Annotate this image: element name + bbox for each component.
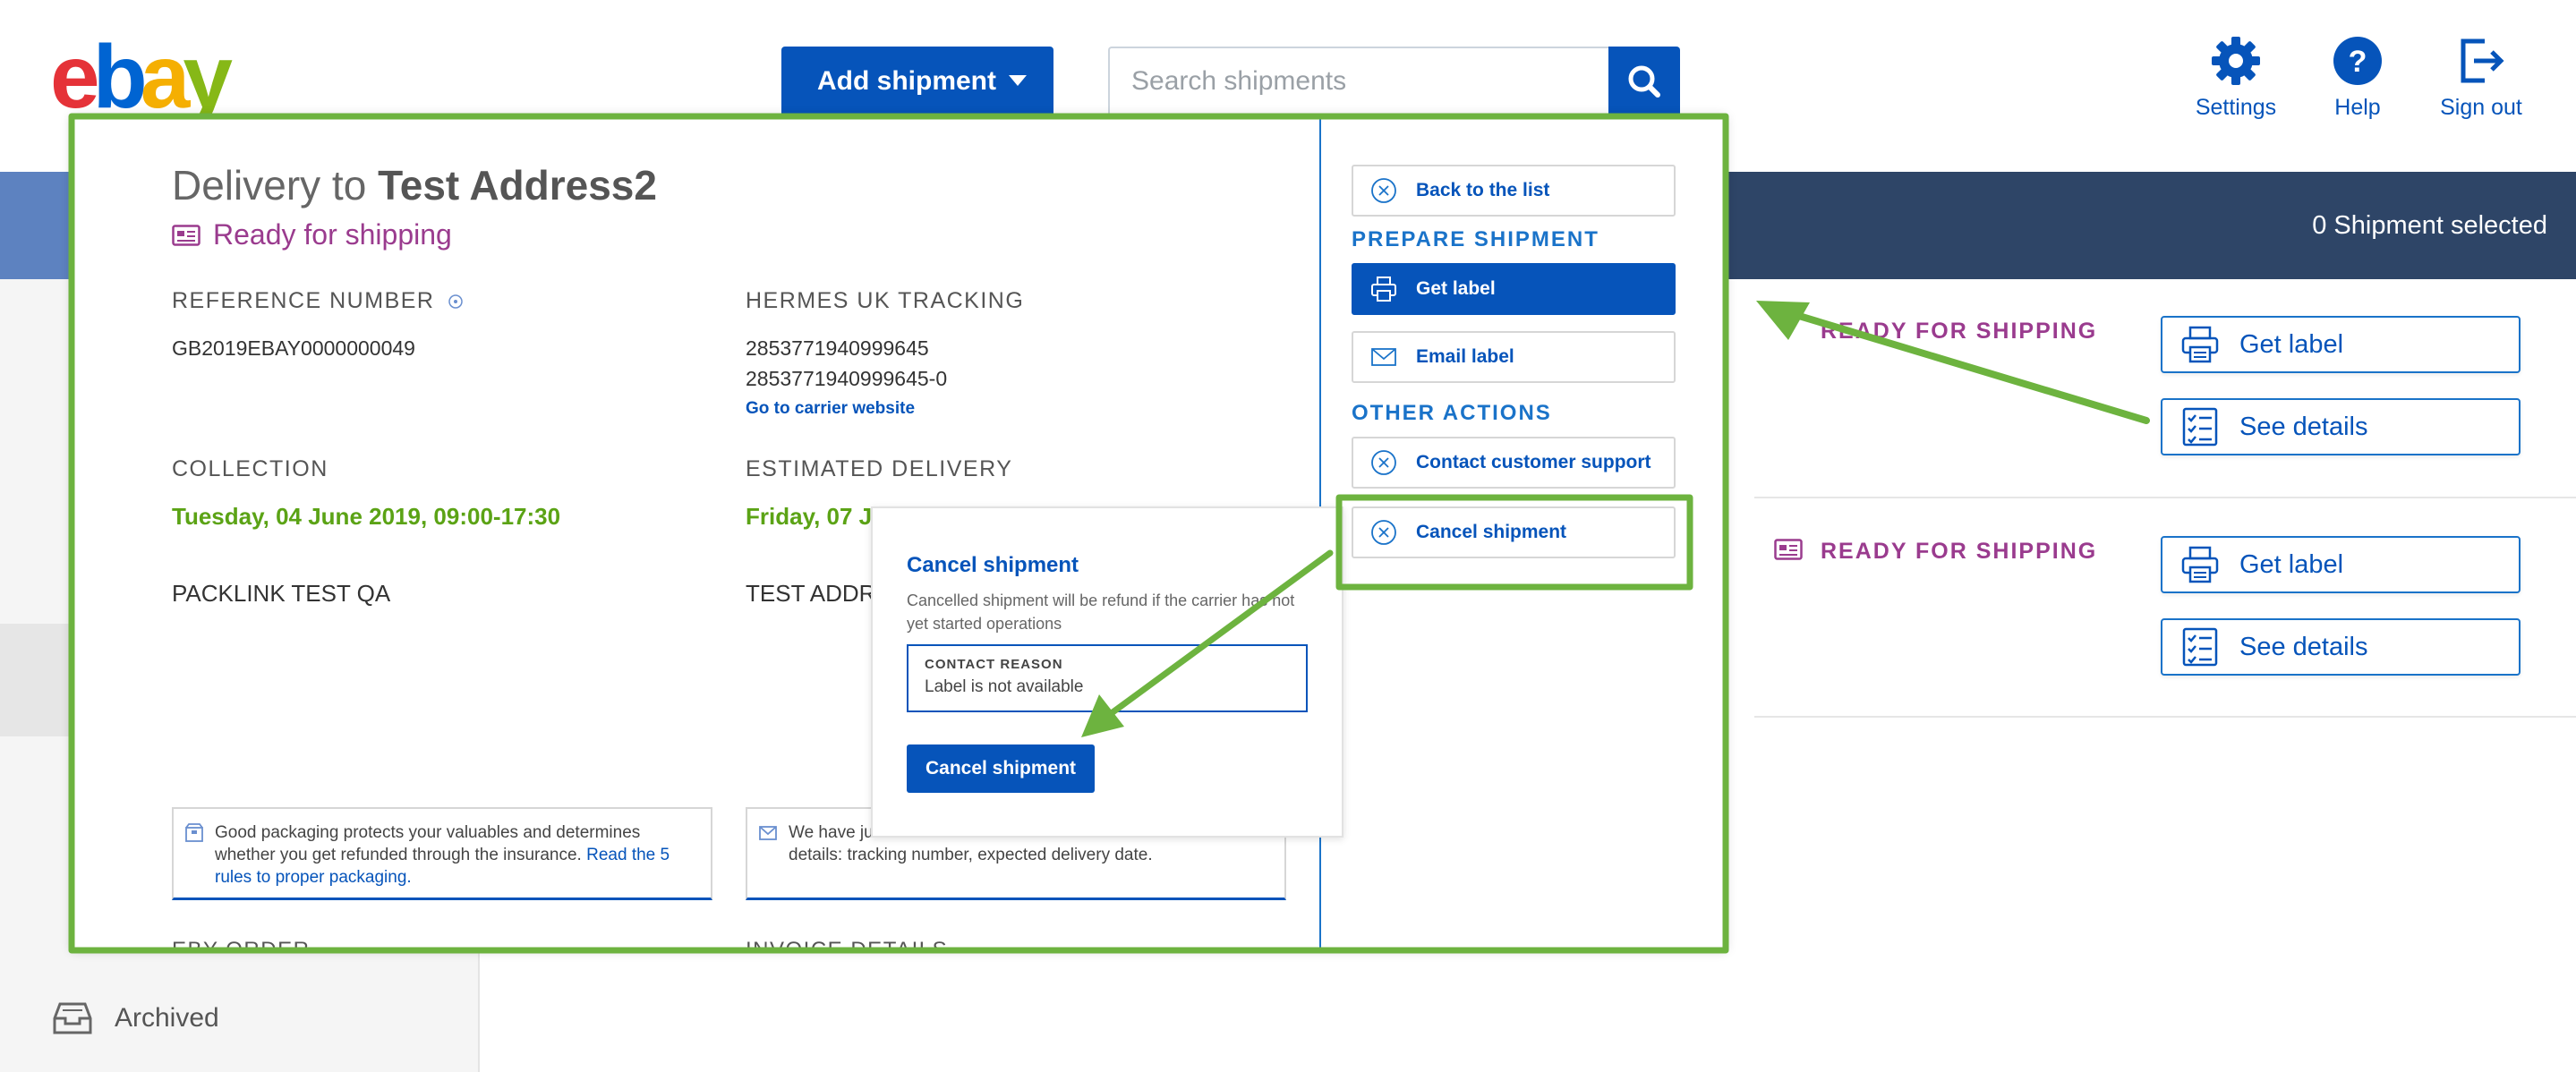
- get-label-text: Get label: [1416, 278, 1496, 299]
- info-icon[interactable]: [448, 294, 464, 310]
- reference-number-label: REFERENCE NUMBER: [172, 288, 464, 314]
- ready-status-icon: [1774, 539, 1803, 560]
- package-icon: [185, 823, 203, 842]
- email-label-button[interactable]: Email label: [1352, 331, 1676, 383]
- packaging-info-card: Good packaging protects your valuables a…: [172, 807, 712, 900]
- contact-reason-label: CONTACT REASON: [925, 657, 1063, 672]
- cancel-shipment-button[interactable]: Cancel shipment: [1352, 506, 1676, 558]
- back-to-list-button[interactable]: Back to the list: [1352, 165, 1676, 217]
- svg-text:?: ?: [2349, 45, 2367, 79]
- close-icon: [1371, 520, 1396, 545]
- archive-icon: [53, 1002, 92, 1034]
- ebay-logo[interactable]: ebay: [50, 27, 274, 127]
- collection-date: Tuesday, 04 June 2019, 09:00-17:30: [172, 503, 561, 530]
- invoice-details-label: INVOICE DETAILS: [746, 938, 949, 950]
- help-icon: ?: [2333, 37, 2382, 85]
- other-actions-heading: OTHER ACTIONS: [1352, 401, 1552, 425]
- sender-name: PACKLINK TEST QA: [172, 580, 391, 607]
- chevron-down-icon: [1009, 75, 1027, 86]
- email-info-text-2: details: tracking number, expected deliv…: [789, 846, 1153, 864]
- page-title: Delivery to Test Address2: [172, 161, 657, 209]
- ready-status-icon: [172, 224, 200, 246]
- sign-out-label: Sign out: [2440, 95, 2522, 120]
- see-details-text: See details: [2239, 412, 2368, 441]
- close-icon: [1371, 178, 1396, 203]
- popover-description: Cancelled shipment will be refund if the…: [907, 591, 1295, 633]
- reference-number-value: GB2019EBAY0000000049: [172, 336, 415, 360]
- recipient-title-name: Test Address2: [378, 162, 657, 208]
- search-button[interactable]: [1608, 47, 1680, 116]
- help-link[interactable]: ? Help: [2322, 36, 2393, 121]
- printer-icon: [2181, 546, 2219, 583]
- see-details-button[interactable]: See details: [2161, 398, 2521, 455]
- email-label-text: Email label: [1416, 346, 1514, 367]
- settings-link[interactable]: Settings: [2191, 36, 2281, 121]
- confirm-cancel-shipment-button[interactable]: Cancel shipment: [907, 744, 1095, 793]
- sign-out-link[interactable]: Sign out: [2436, 36, 2526, 121]
- status-ready-for-shipping: READY FOR SHIPPING: [1821, 539, 2098, 564]
- cancel-shipment-popover: Cancel shipment Cancelled shipment will …: [871, 506, 1343, 838]
- actions-panel: Back to the list PREPARE SHIPMENT Get la…: [1319, 116, 1727, 950]
- printer-icon: [1371, 277, 1396, 302]
- estimated-delivery-date: Friday, 07 J: [746, 503, 873, 530]
- checklist-icon: [2182, 627, 2218, 667]
- collection-label: COLLECTION: [172, 456, 328, 481]
- printer-icon: [2181, 326, 2219, 363]
- archived-label: Archived: [115, 1003, 219, 1033]
- get-label-button[interactable]: Get label: [1352, 263, 1676, 315]
- annotation-arrowhead: [1756, 301, 1810, 340]
- contact-support-text: Contact customer support: [1416, 452, 1651, 472]
- recipient-name: TEST ADDR: [746, 580, 876, 607]
- status-badge: Ready for shipping: [172, 218, 452, 251]
- tracking-number-secondary: 2853771940999645-0: [746, 367, 948, 390]
- add-shipment-label: Add shipment: [817, 66, 996, 96]
- close-icon: [1371, 450, 1396, 475]
- settings-label: Settings: [2195, 95, 2277, 120]
- popover-title: Cancel shipment: [907, 553, 1079, 577]
- back-label: Back to the list: [1416, 180, 1550, 200]
- get-label-text: Get label: [2239, 329, 2344, 359]
- contact-reason-select[interactable]: CONTACT REASON Label is not available: [907, 644, 1308, 712]
- carrier-website-link[interactable]: Go to carrier website: [746, 399, 915, 419]
- title-prefix: Delivery to: [172, 162, 367, 208]
- ebay-order-label: EBY ORDER: [172, 938, 311, 950]
- contact-reason-value: Label is not available: [925, 677, 1084, 696]
- tracking-number: 2853771940999645: [746, 336, 929, 360]
- packaging-text: Good packaging protects your valuables a…: [215, 823, 641, 864]
- ebay-logo-icon: ebay: [50, 27, 240, 127]
- cancel-shipment-text: Cancel shipment: [1416, 522, 1567, 542]
- gear-icon: [2212, 37, 2260, 85]
- prepare-shipment-heading: PREPARE SHIPMENT: [1352, 227, 1599, 251]
- status-ready-for-shipping: READY FOR SHIPPING: [1821, 319, 2098, 344]
- envelope-icon: [759, 826, 777, 840]
- shipment-selected-count: 0 Shipment selected: [2312, 211, 2547, 240]
- email-info-text: We have ju: [789, 823, 874, 842]
- row-divider: [1754, 497, 2576, 498]
- search-input[interactable]: [1108, 47, 1609, 116]
- see-details-text: See details: [2239, 632, 2368, 661]
- status-text: Ready for shipping: [213, 218, 452, 251]
- see-details-button[interactable]: See details: [2161, 618, 2521, 676]
- contact-support-button[interactable]: Contact customer support: [1352, 437, 1676, 489]
- search-icon: [1628, 65, 1660, 98]
- sidebar-item-archived[interactable]: Archived: [52, 1000, 219, 1036]
- svg-text:ebay: ebay: [50, 34, 233, 123]
- estimated-delivery-label: ESTIMATED DELIVERY: [746, 456, 1013, 481]
- tracking-label: HERMES UK TRACKING: [746, 288, 1025, 313]
- checklist-icon: [2182, 407, 2218, 447]
- get-label-button[interactable]: Get label: [2161, 536, 2521, 593]
- row-divider: [1754, 716, 2576, 718]
- add-shipment-button[interactable]: Add shipment: [781, 47, 1053, 116]
- envelope-icon: [1371, 348, 1396, 366]
- help-label: Help: [2334, 95, 2381, 120]
- get-label-button[interactable]: Get label: [2161, 316, 2521, 373]
- get-label-text: Get label: [2239, 549, 2344, 579]
- sign-out-icon: [2461, 38, 2504, 83]
